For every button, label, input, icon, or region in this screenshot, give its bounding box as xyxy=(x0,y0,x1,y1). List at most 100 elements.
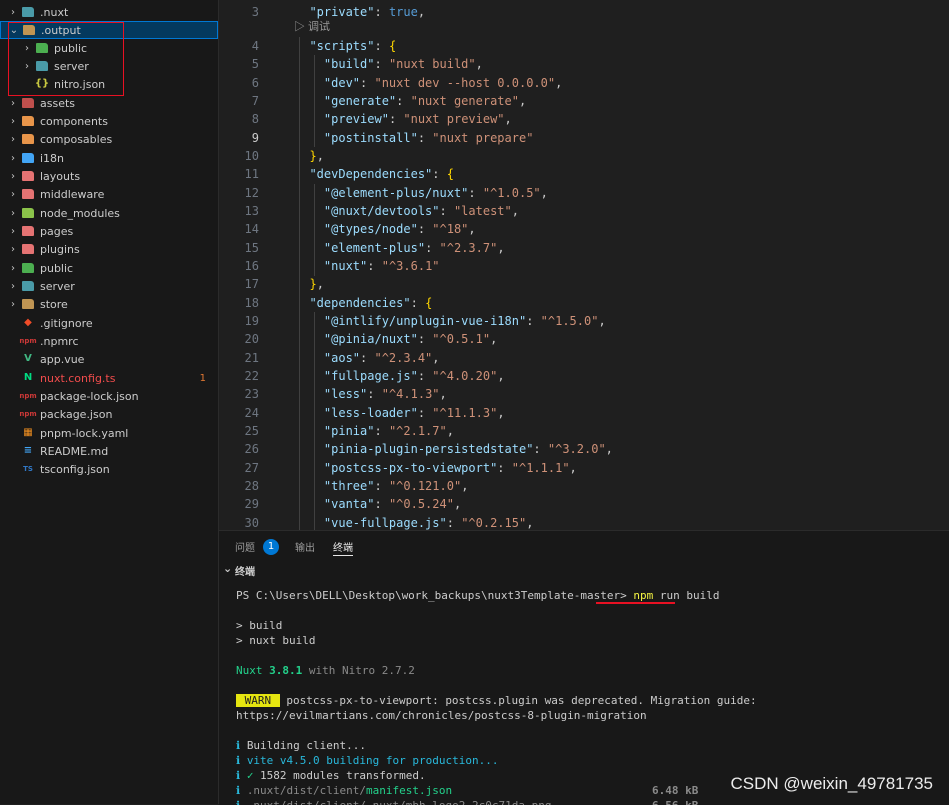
code-text: "@pinia/nuxt": "^0.5.1", xyxy=(295,330,497,348)
tree-item-label: nitro.json xyxy=(54,77,106,91)
file-type-icon: ▦ xyxy=(23,427,33,438)
code-text: "nuxt": "^3.6.1" xyxy=(295,257,440,275)
tab-output[interactable]: 输出 xyxy=(295,539,315,555)
folder-output[interactable]: ⌄ .output xyxy=(0,21,218,39)
file-tsconfig[interactable]: TS tsconfig.json xyxy=(0,460,218,478)
code-token: , xyxy=(439,387,447,401)
terminal-token: https://evilmartians.com/chronicles/post… xyxy=(236,709,647,722)
folder-server-root[interactable]: › server xyxy=(0,277,218,295)
terminal-token: manifest.json xyxy=(366,784,453,797)
code-token: , xyxy=(518,94,527,108)
code-token: : xyxy=(388,112,404,126)
file-readme[interactable]: ≡ README.md xyxy=(0,442,218,460)
file-app-vue[interactable]: Vapp.vue xyxy=(0,350,218,368)
code-token: , xyxy=(605,442,613,456)
terminal-section-header[interactable]: ⌄ 终端 xyxy=(219,561,949,579)
file-gitignore[interactable]: ◆ .gitignore xyxy=(0,314,218,332)
code-text: "preview": "nuxt preview", xyxy=(295,110,512,128)
line-number: 20 xyxy=(244,332,259,346)
line-number: 29 xyxy=(244,497,259,511)
code-line: 17 }, xyxy=(219,275,949,293)
tab-problems[interactable]: 问题 xyxy=(235,539,255,555)
folder-layouts[interactable]: › layouts xyxy=(0,167,218,185)
terminal-token: postcss-px-to-viewport: postcss.plugin w… xyxy=(279,694,757,707)
code-token: "generate" xyxy=(323,94,397,108)
code-token: "^0.5.1" xyxy=(432,332,491,346)
code-token: "nuxt dev --host 0.0.0.0" xyxy=(374,76,556,90)
file-type-icon xyxy=(22,134,34,144)
tree-item-label: node_modules xyxy=(40,206,120,220)
terminal-output[interactable]: PS C:\Users\DELL\Desktop\work_backups\nu… xyxy=(236,583,946,805)
terminal-line: ℹ vite v4.5.0 building for production... xyxy=(236,753,498,768)
folder-i18n[interactable]: › i18n xyxy=(0,149,218,167)
file-pnpm-lock[interactable]: ▦ pnpm-lock.yaml xyxy=(0,424,218,442)
chevron-icon: › xyxy=(11,152,15,164)
folder-store[interactable]: › store xyxy=(0,295,218,313)
terminal-token: ℹ xyxy=(236,739,247,752)
line-number: 14 xyxy=(244,222,259,236)
code-token: , xyxy=(540,186,548,200)
code-token: , xyxy=(497,406,505,420)
line-number: 13 xyxy=(244,204,259,218)
code-token: "build" xyxy=(323,57,375,71)
tab-terminal[interactable]: 终端 xyxy=(333,539,353,556)
terminal-token: with Nitro 2.7.2 xyxy=(302,664,415,677)
code-token: : xyxy=(360,351,375,365)
folder-plugins[interactable]: › plugins xyxy=(0,240,218,258)
code-token: , xyxy=(316,277,324,291)
code-line: 29 "vanta": "^0.5.24", xyxy=(219,495,949,513)
file-package-lock[interactable]: npm package-lock.json xyxy=(0,387,218,405)
file-type-icon: TS xyxy=(23,465,33,473)
file-nitro-json[interactable]: {} nitro.json xyxy=(0,75,218,93)
code-token: "^1.5.0" xyxy=(540,314,599,328)
file-npmrc[interactable]: npm .npmrc xyxy=(0,332,218,350)
folder-pages[interactable]: › pages xyxy=(0,222,218,240)
terminal-line: ℹ ✓ 1582 modules transformed. xyxy=(236,768,426,783)
chevron-icon: › xyxy=(11,188,15,200)
terminal-line: ℹ Building client... xyxy=(236,738,366,753)
code-token: "^3.6.1" xyxy=(381,259,440,273)
line-number: 17 xyxy=(244,277,259,291)
folder-public-root[interactable]: › public xyxy=(0,259,218,277)
code-token: : xyxy=(374,5,389,19)
folder-composables[interactable]: › composables xyxy=(0,130,218,148)
folder-server[interactable]: › server xyxy=(0,57,218,75)
code-line: 9 "postinstall": "nuxt prepare" xyxy=(219,129,949,147)
code-token: "postinstall" xyxy=(323,131,418,145)
folder-middleware[interactable]: › middleware xyxy=(0,185,218,203)
code-text: "vue-fullpage.js": "^0.2.15", xyxy=(295,514,534,530)
file-type-icon xyxy=(22,244,34,254)
folder-assets[interactable]: › assets xyxy=(0,94,218,112)
code-line: 25 "pinia": "^2.1.7", xyxy=(219,422,949,440)
code-token: : xyxy=(417,222,433,236)
code-editor[interactable]: 3 "private": true, 4 "scripts": {5 "build… xyxy=(219,0,949,530)
folder-node-modules[interactable]: › node_modules xyxy=(0,204,218,222)
file-nuxt-config[interactable]: Nnuxt.config.ts 1 xyxy=(0,369,218,387)
code-text: "aos": "^2.3.4", xyxy=(295,349,440,367)
file-type-icon xyxy=(22,226,34,236)
code-token: "nuxt" xyxy=(323,259,368,273)
line-number: 27 xyxy=(244,461,259,475)
code-token: : xyxy=(439,204,454,218)
chevron-icon: › xyxy=(11,115,15,127)
code-line: 12 "@element-plus/nuxt": "^1.0.5", xyxy=(219,184,949,202)
folder-components[interactable]: › components xyxy=(0,112,218,130)
file-type-icon: ≡ xyxy=(23,445,33,456)
folder-nuxt[interactable]: › .nuxt xyxy=(0,3,218,21)
file-package-json[interactable]: npm package.json xyxy=(0,405,218,423)
code-line: 28 "three": "^0.121.0", xyxy=(219,477,949,495)
tree-item-label: pages xyxy=(40,224,74,238)
code-token: "private" xyxy=(309,5,375,19)
code-token: , xyxy=(446,424,454,438)
folder-public[interactable]: › public xyxy=(0,39,218,57)
debug-codelens[interactable]: ▷ 调试 xyxy=(294,19,330,35)
line-number: 19 xyxy=(244,314,259,328)
file-type-icon xyxy=(22,171,34,181)
line-number: 3 xyxy=(251,5,259,19)
tree-item-label: server xyxy=(40,279,75,293)
